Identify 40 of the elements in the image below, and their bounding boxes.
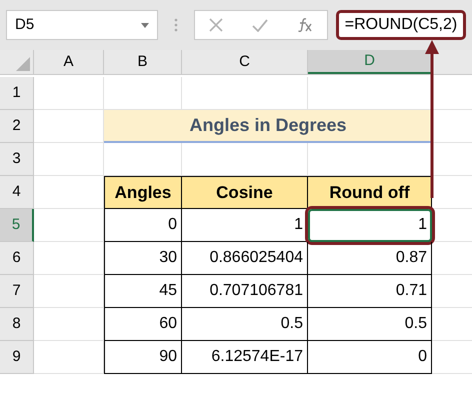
cell-reference: D5 — [15, 14, 34, 35]
function-icon[interactable] — [296, 18, 313, 32]
row-header[interactable]: 1 — [0, 77, 34, 110]
check-icon[interactable] — [252, 18, 268, 32]
formula-field[interactable]: =ROUND(C5,2) — [336, 10, 466, 40]
table-cell: 45 — [104, 275, 182, 308]
row-header[interactable]: 4 — [0, 176, 34, 209]
row-header[interactable]: 5 — [0, 209, 34, 242]
table-cell: 30 — [104, 242, 182, 275]
dropdown-icon — [141, 22, 149, 28]
table-cell: 1 — [308, 209, 432, 242]
table-cell: 0.5 — [308, 308, 432, 341]
table-cell: 0.707106781 — [182, 275, 308, 308]
row-header[interactable]: 3 — [0, 143, 34, 176]
table-cell: 0.71 — [308, 275, 432, 308]
row-header[interactable]: 9 — [0, 341, 34, 374]
name-box[interactable]: D5 — [6, 10, 158, 40]
header-cell: Angles — [104, 176, 182, 209]
row-header[interactable]: 2 — [0, 110, 34, 143]
row-header[interactable]: 6 — [0, 242, 34, 275]
column-header[interactable]: A — [34, 50, 104, 74]
table-cell: 60 — [104, 308, 182, 341]
row-header[interactable]: 7 — [0, 275, 34, 308]
close-icon[interactable] — [209, 18, 224, 32]
select-all-icon[interactable] — [16, 57, 30, 71]
table-cell: 0 — [104, 209, 182, 242]
column-header[interactable]: B — [104, 50, 182, 74]
row-header[interactable]: 8 — [0, 308, 34, 341]
table-cell: 0.866025404 — [182, 242, 308, 275]
header-cell: Cosine — [182, 176, 308, 209]
table-cell: 0.87 — [308, 242, 432, 275]
grip-icon — [174, 17, 178, 33]
table-cell: 0.5 — [182, 308, 308, 341]
table-cell: 90 — [104, 341, 182, 374]
column-header[interactable]: D — [308, 50, 432, 74]
title-cell: Angles in Degrees — [104, 110, 432, 143]
table-cell: 0 — [308, 341, 432, 374]
table-cell: 1 — [182, 209, 308, 242]
header-cell: Round off — [308, 176, 432, 209]
table-cell: 6.12574E-17 — [182, 341, 308, 374]
